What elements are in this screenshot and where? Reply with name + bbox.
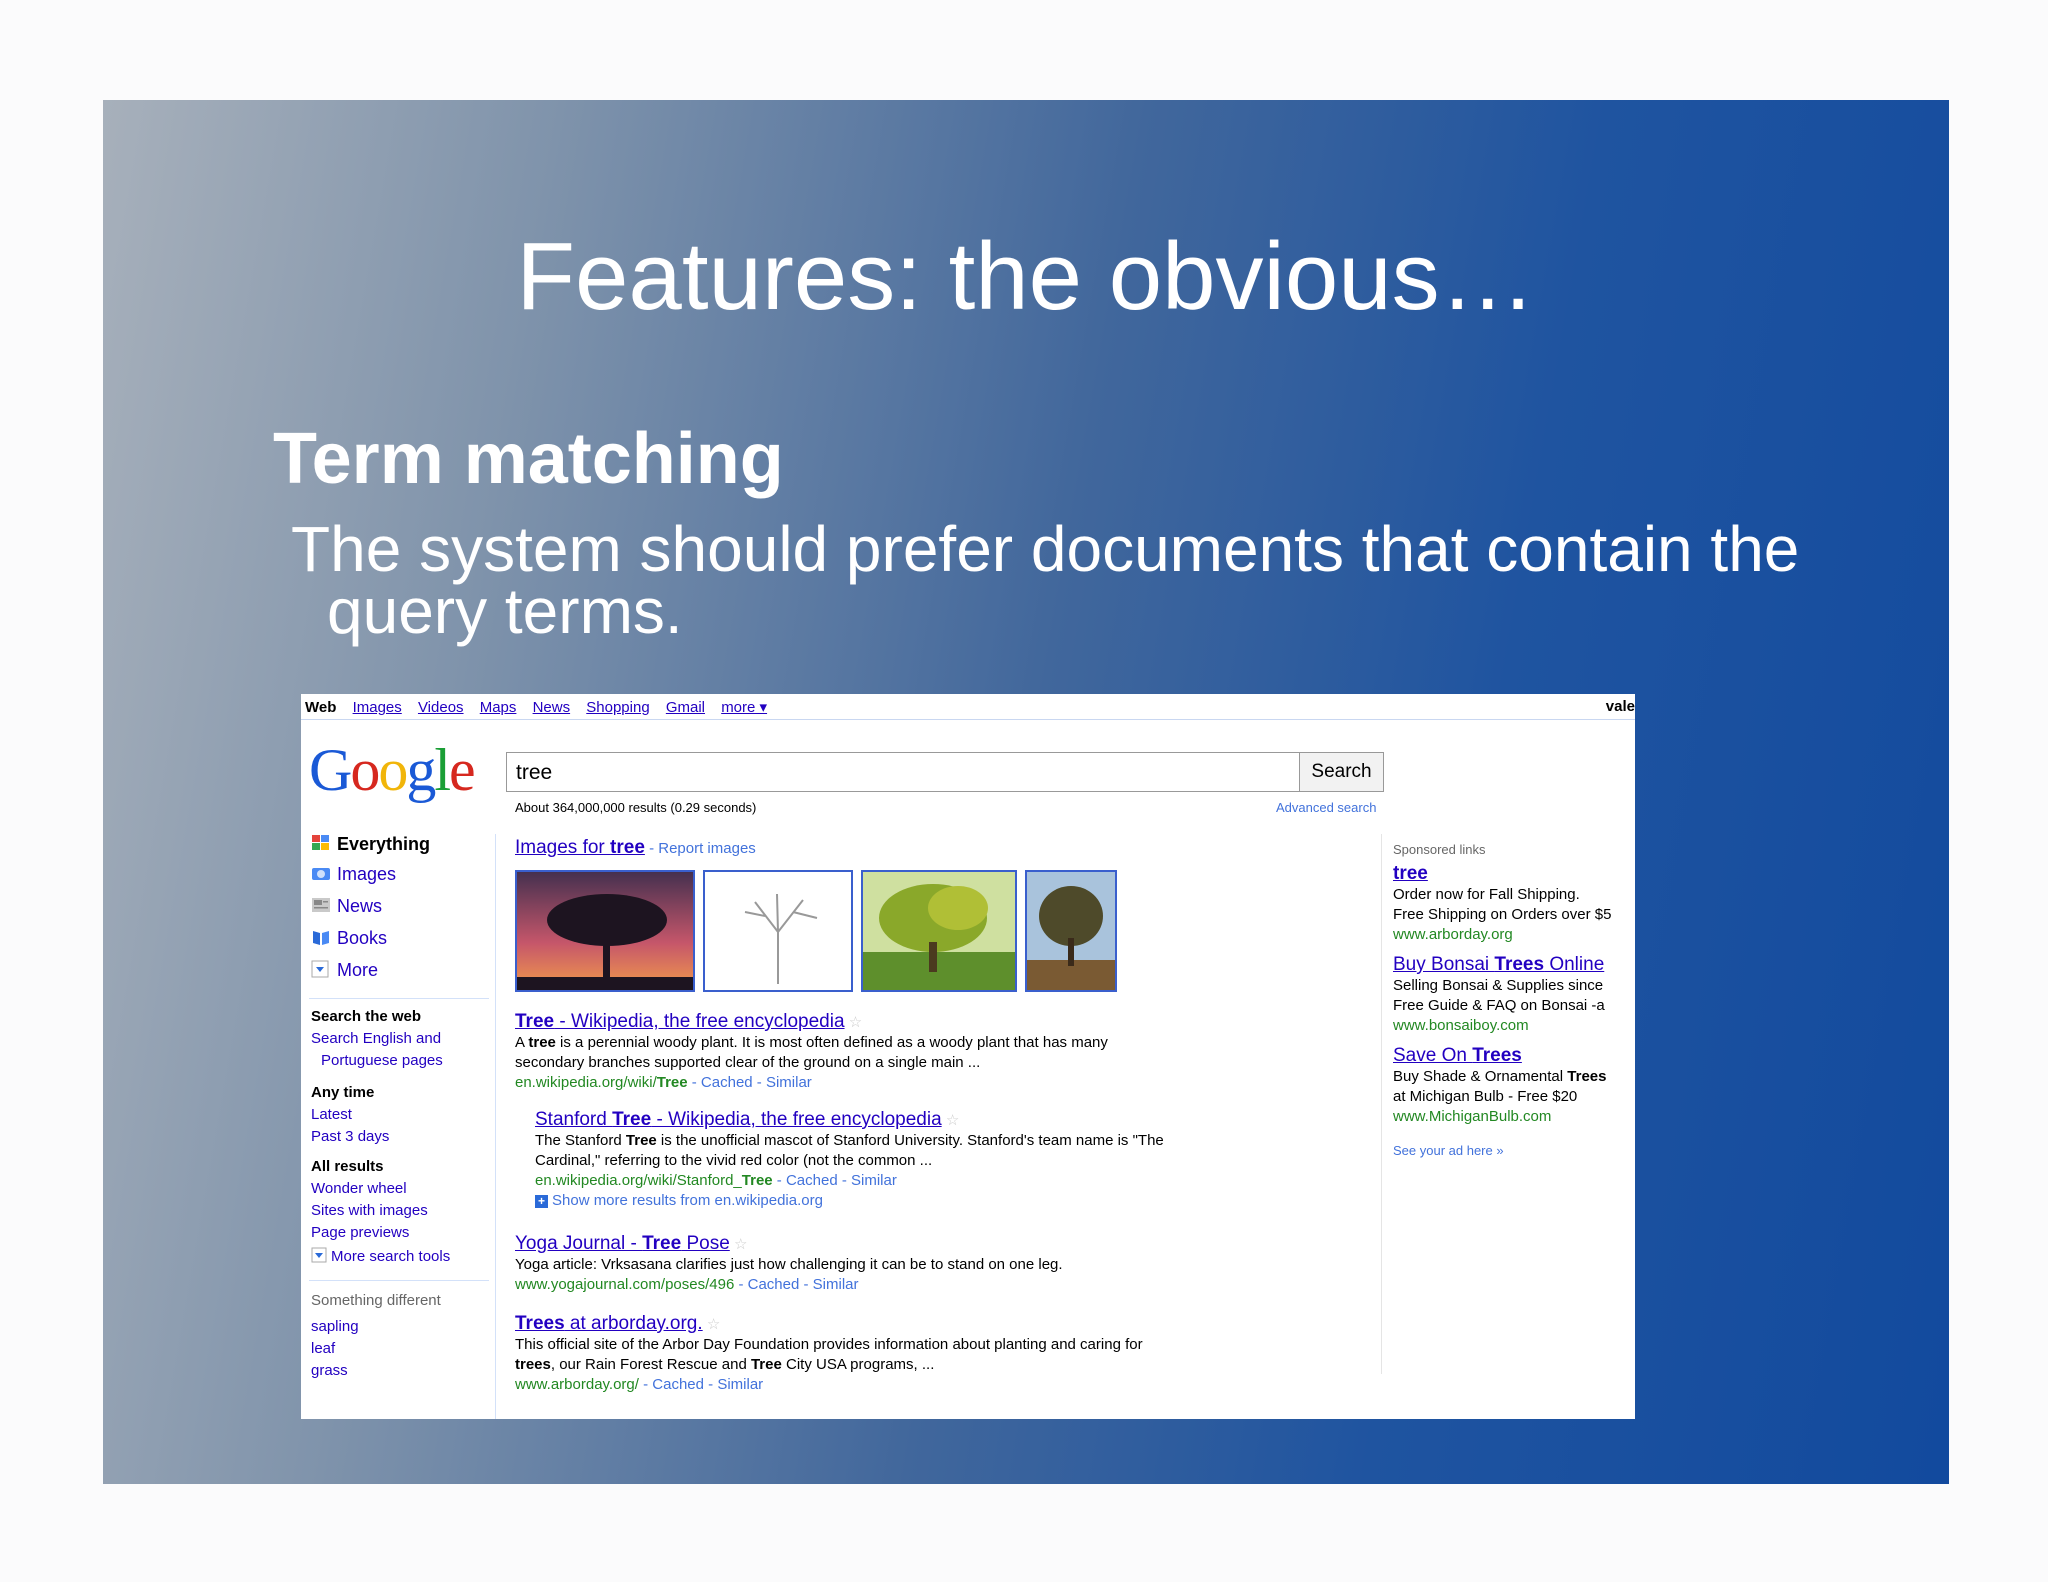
- nav-news[interactable]: News: [533, 699, 571, 716]
- top-nav-bar: Web Images Videos Maps News Shopping Gma…: [301, 694, 1635, 720]
- grass-link[interactable]: grass: [311, 1360, 441, 1382]
- search-the-web-section: Search the web Search English and Portug…: [311, 1008, 443, 1069]
- result-url: en.wikipedia.org/wiki/Tree: [515, 1074, 688, 1091]
- nav-more[interactable]: more ▾: [721, 699, 767, 716]
- something-different-section: Something different sapling leaf grass: [311, 1290, 441, 1382]
- chevron-down-icon: [311, 960, 331, 978]
- search-result: Tree - Wikipedia, the free encyclopedia …: [515, 1011, 1108, 1092]
- leftnav-books[interactable]: Books: [311, 928, 387, 949]
- leftnav-everything[interactable]: Everything: [311, 834, 430, 855]
- result-title-link[interactable]: Stanford Tree - Wikipedia, the free ency…: [535, 1109, 942, 1130]
- newspaper-icon: [311, 896, 331, 914]
- star-icon[interactable]: ☆: [734, 1236, 747, 1253]
- result-stats: About 364,000,000 results (0.29 seconds): [515, 800, 757, 815]
- cached-similar-links[interactable]: - Cached - Similar: [773, 1172, 897, 1189]
- nav-shopping[interactable]: Shopping: [586, 699, 649, 716]
- latest-link[interactable]: Latest: [311, 1104, 389, 1126]
- book-icon: [311, 928, 331, 946]
- nav-maps[interactable]: Maps: [480, 699, 517, 716]
- user-name[interactable]: vale: [1606, 698, 1635, 715]
- bullet-body: The system should prefer documents that …: [291, 513, 1800, 647]
- ad-item: Buy Bonsai Trees Online Selling Bonsai &…: [1393, 954, 1605, 1035]
- star-icon[interactable]: ☆: [946, 1112, 959, 1129]
- google-results-screenshot: Web Images Videos Maps News Shopping Gma…: [301, 694, 1635, 1419]
- ads-divider: [1381, 834, 1382, 1374]
- nav-images[interactable]: Images: [353, 699, 402, 716]
- camera-icon: [311, 864, 331, 882]
- sites-with-images-link[interactable]: Sites with images: [311, 1200, 428, 1222]
- ad-item: Save On Trees Buy Shade & Ornamental Tre…: [1393, 1045, 1607, 1126]
- search-result: Stanford Tree - Wikipedia, the free ency…: [535, 1109, 1164, 1209]
- search-input[interactable]: tree: [506, 752, 1299, 792]
- result-title-link[interactable]: Tree - Wikipedia, the free encyclopedia: [515, 1011, 845, 1032]
- page-previews-link[interactable]: Page previews: [311, 1222, 428, 1244]
- wonder-wheel-link[interactable]: Wonder wheel: [311, 1178, 428, 1200]
- chevron-down-icon: [311, 1247, 327, 1270]
- sponsored-links: Sponsored links tree Order now for Fall …: [1393, 840, 1635, 1161]
- left-nav: Everything Images News Books More Search…: [301, 834, 496, 1419]
- leaf-link[interactable]: leaf: [311, 1338, 441, 1360]
- all-results-section: All results Wonder wheel Sites with imag…: [311, 1156, 428, 1244]
- nav-videos[interactable]: Videos: [418, 699, 464, 716]
- search-button[interactable]: Search: [1299, 752, 1384, 792]
- search-english-portuguese-link[interactable]: Search English and: [311, 1028, 443, 1050]
- slide: Features: the obvious… Term matching The…: [103, 100, 1949, 1484]
- leftnav-images[interactable]: Images: [311, 864, 396, 885]
- show-more-results-link[interactable]: + Show more results from en.wikipedia.org: [535, 1192, 823, 1209]
- image-thumbnail[interactable]: [861, 870, 1017, 992]
- sapling-link[interactable]: sapling: [311, 1316, 441, 1338]
- images-for-tree-link[interactable]: Images for tree: [515, 837, 645, 858]
- more-search-tools[interactable]: More search tools: [311, 1246, 450, 1270]
- star-icon[interactable]: ☆: [707, 1316, 720, 1333]
- image-thumbnail[interactable]: [703, 870, 853, 992]
- images-header: Images for tree - Report images: [515, 838, 1215, 859]
- result-url: en.wikipedia.org/wiki/Stanford_Tree: [535, 1172, 773, 1189]
- see-your-ad-link[interactable]: See your ad here »: [1393, 1141, 1635, 1161]
- nav-web[interactable]: Web: [305, 699, 336, 716]
- plus-icon: +: [535, 1195, 548, 1208]
- leftnav-news[interactable]: News: [311, 896, 382, 917]
- result-title-link[interactable]: Trees at arborday.org.: [515, 1313, 703, 1334]
- ad-item: tree Order now for Fall Shipping. Free S…: [1393, 863, 1612, 944]
- search-result: Yoga Journal - Tree Pose ☆ Yoga article:…: [515, 1233, 1063, 1294]
- ad-title-link[interactable]: Buy Bonsai Trees Online: [1393, 954, 1604, 975]
- past-3-days-link[interactable]: Past 3 days: [311, 1126, 389, 1148]
- ad-title-link[interactable]: tree: [1393, 863, 1428, 884]
- nav-gmail[interactable]: Gmail: [666, 699, 705, 716]
- leftnav-more[interactable]: More: [311, 960, 378, 981]
- result-url: www.arborday.org/: [515, 1376, 639, 1393]
- result-title-link[interactable]: Yoga Journal - Tree Pose: [515, 1233, 730, 1254]
- bullet-heading: Term matching: [273, 419, 784, 499]
- image-thumbnail[interactable]: [515, 870, 695, 992]
- ad-title-link[interactable]: Save On Trees: [1393, 1045, 1522, 1066]
- search-result: Trees at arborday.org. ☆ This official s…: [515, 1313, 1143, 1394]
- any-time-section: Any time Latest Past 3 days: [311, 1082, 389, 1148]
- cached-similar-links[interactable]: - Cached - Similar: [639, 1376, 763, 1393]
- top-nav-links: Web Images Videos Maps News Shopping Gma…: [305, 698, 779, 716]
- report-images-link[interactable]: - Report images: [645, 840, 756, 857]
- advanced-search-link[interactable]: Advanced search: [1276, 800, 1376, 815]
- image-thumbnail[interactable]: [1025, 870, 1117, 992]
- sponsored-label: Sponsored links: [1393, 842, 1486, 857]
- result-url: www.yogajournal.com/poses/496: [515, 1276, 735, 1293]
- cached-similar-links[interactable]: - Cached - Similar: [688, 1074, 812, 1091]
- google-logo[interactable]: Google: [309, 736, 476, 805]
- everything-icon: [311, 834, 331, 852]
- slide-title: Features: the obvious…: [516, 223, 1536, 330]
- star-icon[interactable]: ☆: [849, 1014, 862, 1031]
- cached-similar-links[interactable]: - Cached - Similar: [734, 1276, 858, 1293]
